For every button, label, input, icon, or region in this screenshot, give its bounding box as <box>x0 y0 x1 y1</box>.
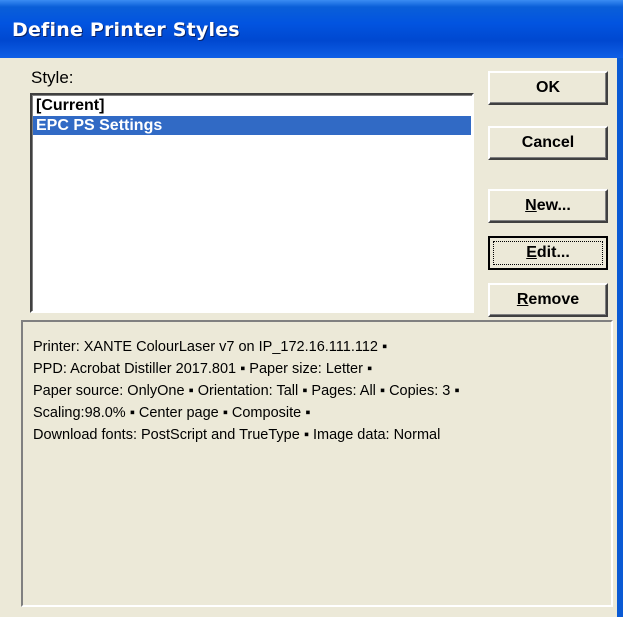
window-title: Define Printer Styles <box>12 19 240 41</box>
cancel-button[interactable]: Cancel <box>488 126 608 160</box>
edit-button[interactable]: Edit... <box>488 236 608 270</box>
style-listbox[interactable]: [Current] EPC PS Settings <box>30 93 474 313</box>
edit-button-label: Edit... <box>526 244 570 262</box>
new-button-label-rest: ew... <box>536 197 571 214</box>
ok-button-label: OK <box>536 79 560 96</box>
edit-button-label-rest: dit... <box>536 244 570 261</box>
style-label: Style: <box>31 68 74 87</box>
new-button-label: New... <box>525 197 571 215</box>
description-line: Scaling:98.0% ▪ Center page ▪ Composite … <box>33 405 311 421</box>
description-line: Printer: XANTE ColourLaser v7 on IP_172.… <box>33 339 388 355</box>
title-bar[interactable]: Define Printer Styles <box>0 0 623 58</box>
remove-button-label: Remove <box>517 291 579 309</box>
style-description-panel: Printer: XANTE ColourLaser v7 on IP_172.… <box>21 320 613 607</box>
new-button[interactable]: New... <box>488 189 608 223</box>
cancel-button-label: Cancel <box>521 134 575 151</box>
description-line: Download fonts: PostScript and TrueType … <box>33 427 441 443</box>
style-item-epc-ps-settings[interactable]: EPC PS Settings <box>33 116 471 135</box>
edit-button-mnemonic: E <box>526 244 537 261</box>
ok-button[interactable]: OK <box>488 71 608 105</box>
remove-button-mnemonic: R <box>516 291 529 308</box>
style-item-current[interactable]: [Current] <box>33 96 471 115</box>
description-line: Paper source: OnlyOne ▪ Orientation: Tal… <box>33 383 460 399</box>
remove-button[interactable]: Remove <box>488 283 608 317</box>
description-line: PPD: Acrobat Distiller 2017.801 ▪ Paper … <box>33 361 373 377</box>
remove-button-label-rest: emove <box>528 291 580 308</box>
new-button-mnemonic: N <box>525 197 537 214</box>
